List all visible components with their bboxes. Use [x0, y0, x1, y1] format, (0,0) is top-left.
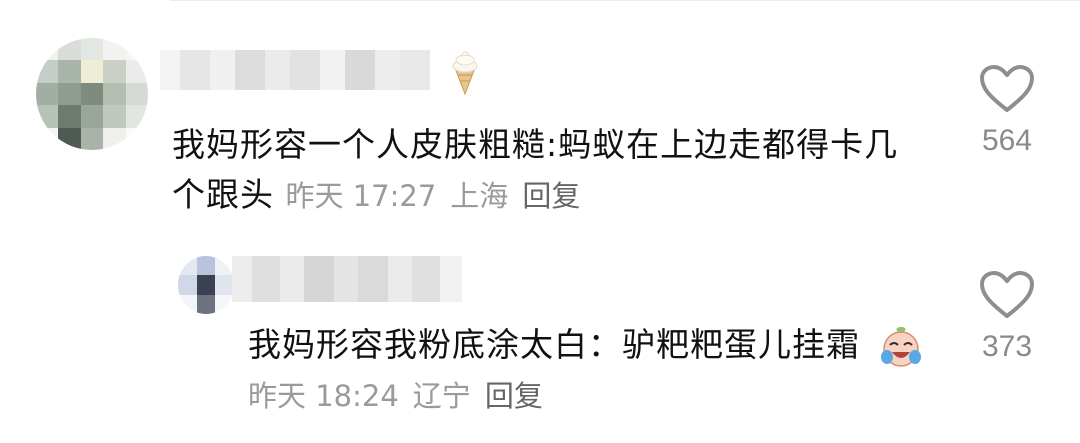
comment-time: 昨天 17:27 [285, 179, 437, 213]
like-count: 564 [981, 124, 1033, 157]
icecream-badge-icon [452, 51, 478, 96]
like-count: 373 [981, 330, 1033, 363]
top-divider [170, 0, 1080, 1]
heart-outline-icon[interactable] [979, 270, 1035, 320]
comment-body: 我妈形容我粉底涂太白：驴粑粑蛋儿挂霜 [248, 325, 860, 364]
comment-time: 昨天 18:24 [248, 379, 399, 413]
reply-button[interactable]: 回复 [522, 179, 580, 213]
like-control[interactable]: 373 [967, 270, 1047, 364]
avatar[interactable] [36, 38, 148, 150]
comment-text: 我妈形容一个人皮肤粗糙:蚂蚁在上边走都得卡几个跟头 昨天 17:27 上海 回复 [172, 120, 912, 221]
avatar[interactable] [178, 256, 234, 314]
username-blurred[interactable] [232, 256, 462, 302]
like-control[interactable]: 564 [967, 64, 1047, 158]
username-blurred[interactable] [160, 50, 430, 90]
laugh-cry-emoji-icon [880, 326, 921, 367]
heart-outline-icon[interactable] [979, 64, 1035, 114]
reply-text: 我妈形容我粉底涂太白：驴粑粑蛋儿挂霜 昨天 18:24 辽宁 回复 [248, 320, 948, 421]
reply-button[interactable]: 回复 [485, 379, 543, 413]
comment-location: 上海 [450, 179, 509, 213]
comment-location: 辽宁 [412, 379, 471, 413]
